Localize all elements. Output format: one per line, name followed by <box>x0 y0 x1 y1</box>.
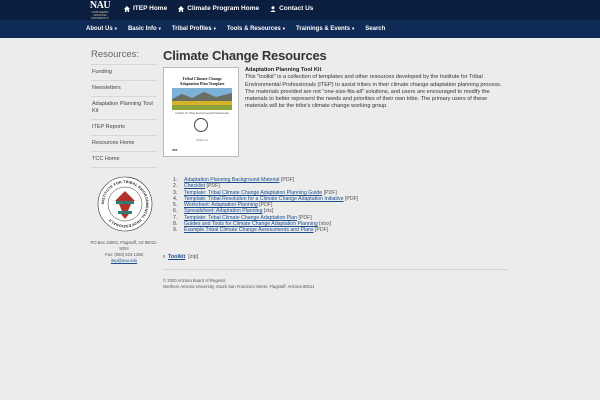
contact-info: PO Box 15004, Flagstaff, AZ 86011-5004 F… <box>88 240 160 264</box>
nav-basic-info[interactable]: Basic Info ▾ <box>128 26 161 32</box>
file-format: [PDF] <box>323 189 337 196</box>
file-format: [PDF] <box>206 183 220 190</box>
sidebar-title: Resources: <box>91 49 140 60</box>
sidebar-item-funding[interactable]: Funding <box>91 64 157 80</box>
nav-label: Trainings & Events <box>296 26 351 32</box>
footer-divider <box>163 269 508 270</box>
item-number: 9. <box>173 227 178 234</box>
document-link[interactable]: Spreadsheet: Adaptation Planning <box>184 208 262 214</box>
cover-version: Version 1.0 <box>196 139 208 142</box>
nav-tools-resources[interactable]: Tools & Resources ▾ <box>227 26 285 32</box>
chevron-down-icon: ▾ <box>282 26 286 31</box>
nav-tribal-profiles[interactable]: Tribal Profiles ▾ <box>172 26 216 32</box>
toolkit-description: Adaptation Planning Tool Kit This "toolk… <box>245 67 509 111</box>
cover-footer: ITEP <box>172 149 178 152</box>
file-format: [PDF] <box>259 202 273 209</box>
document-link[interactable]: Guides and Tools for Climate Change Adap… <box>184 221 318 227</box>
file-format: [PDF] <box>314 227 329 234</box>
contact-us-label: Contact Us <box>279 5 314 12</box>
nav-trainings-events[interactable]: Trainings & Events ▾ <box>296 26 354 32</box>
landscape-photo <box>172 88 232 110</box>
person-icon <box>270 5 276 12</box>
top-links: ITEP Home Climate Program Home Contact U… <box>124 5 313 12</box>
home-icon <box>124 5 130 12</box>
nav-label: About Us <box>86 26 113 32</box>
sidebar-item-itep-reports[interactable]: ITEP Reports <box>91 119 157 135</box>
page-title: Climate Change Resources <box>163 48 327 63</box>
main-content: Climate Change Resources <box>163 48 508 63</box>
chevron-down-icon: ▾ <box>114 26 117 31</box>
chevron-down-icon: ▾ <box>158 26 161 31</box>
nav-label: Tools & Resources <box>226 26 281 32</box>
file-format: [PDF] <box>280 177 295 183</box>
nav-about-us[interactable]: About Us ▾ <box>86 26 117 32</box>
description-heading: Adaptation Planning Tool Kit <box>245 67 322 73</box>
list-item: 9. Example Tribal Climate Change Assessme… <box>173 227 513 233</box>
main-nav: About Us ▾ Basic Info ▾ Tribal Profiles ▾ T… <box>0 20 600 38</box>
page-footer: © 2020 Arizona Board of Regents Northern… <box>163 278 508 290</box>
sidebar-item-resources-home[interactable]: Resources Home <box>91 135 157 151</box>
nav-label: Search <box>365 26 386 32</box>
chevron-down-icon: ▾ <box>213 26 216 31</box>
document-link[interactable]: Template: Tribal Resolution for a Climat… <box>184 196 343 202</box>
footer-address: Northern Arizona University, South San F… <box>163 284 315 289</box>
small-seal-icon <box>194 118 208 132</box>
climate-program-home-link[interactable]: Climate Program Home <box>178 5 259 12</box>
nav-search[interactable]: Search <box>365 26 385 32</box>
home-icon <box>178 5 185 12</box>
sidebar-item-tcc-home[interactable]: TCC Home <box>91 151 157 168</box>
chevron-down-icon: ▾ <box>352 26 355 31</box>
chevron-right-icon: › <box>163 254 165 260</box>
toolkit-download: › Toolkit [zip] <box>163 254 198 260</box>
itep-seal-icon: INSTITUTE FOR TRIBAL ENVIRONMENTAL PROFE… <box>97 176 153 232</box>
sidebar-item-adaptation-planning-tool-kit[interactable]: Adaptation Planning Tool Kit <box>91 96 157 119</box>
nav-label: Tribal Profiles <box>171 26 212 32</box>
document-list: 1. Adaptation Planning Background Materia… <box>173 177 513 234</box>
description-body: This "toolkit" is a collection of templa… <box>245 74 502 110</box>
climate-program-home-label: Climate Program Home <box>187 5 260 12</box>
top-bar: NAU NORTHERN ARIZONA UNIVERSITY ITEP Hom… <box>0 0 600 20</box>
toolkit-zip-link[interactable]: Toolkit <box>168 254 185 260</box>
cover-title: Tribal Climate Change Adaptation Plan Te… <box>179 76 225 86</box>
document-link[interactable]: Template: Tribal Climate Change Adaptati… <box>184 190 322 196</box>
file-format: [PDF] <box>344 195 359 202</box>
toolkit-cover-image: Tribal Climate Change Adaptation Plan Te… <box>163 67 239 157</box>
nav-label: Basic Info <box>127 26 157 32</box>
nau-logo[interactable]: NAU NORTHERN ARIZONA UNIVERSITY <box>86 1 114 21</box>
resources-sidebar: Resources: Funding Newsletters Adaptatio… <box>91 49 157 168</box>
file-format: [xlsx] <box>319 221 331 228</box>
file-format: [xls] <box>263 208 274 215</box>
contact-us-link[interactable]: Contact Us <box>270 5 313 12</box>
contact-address: PO Box 15004, Flagstaff, AZ 86011-5004 <box>90 240 158 251</box>
file-format: [zip] <box>188 254 199 260</box>
itep-home-link[interactable]: ITEP Home <box>124 5 167 12</box>
sidebar-item-newsletters[interactable]: Newsletters <box>91 80 157 96</box>
document-link[interactable]: Worksheet: Adaptation Planning <box>184 202 258 208</box>
document-link[interactable]: Adaptation Planning Background Material <box>184 177 279 183</box>
document-link[interactable]: Template: Tribal Climate Change Adaptati… <box>184 215 297 221</box>
document-link[interactable]: Example Tribal Climate Change Assessment… <box>184 227 313 233</box>
contact-email-link[interactable]: itep@nau.edu <box>88 258 160 264</box>
file-format: [PDF] <box>298 214 312 221</box>
cover-subtitle: Institute for Tribal Environmental Profe… <box>175 112 229 115</box>
document-link[interactable]: Checklist <box>184 183 205 189</box>
itep-home-label: ITEP Home <box>133 5 168 12</box>
